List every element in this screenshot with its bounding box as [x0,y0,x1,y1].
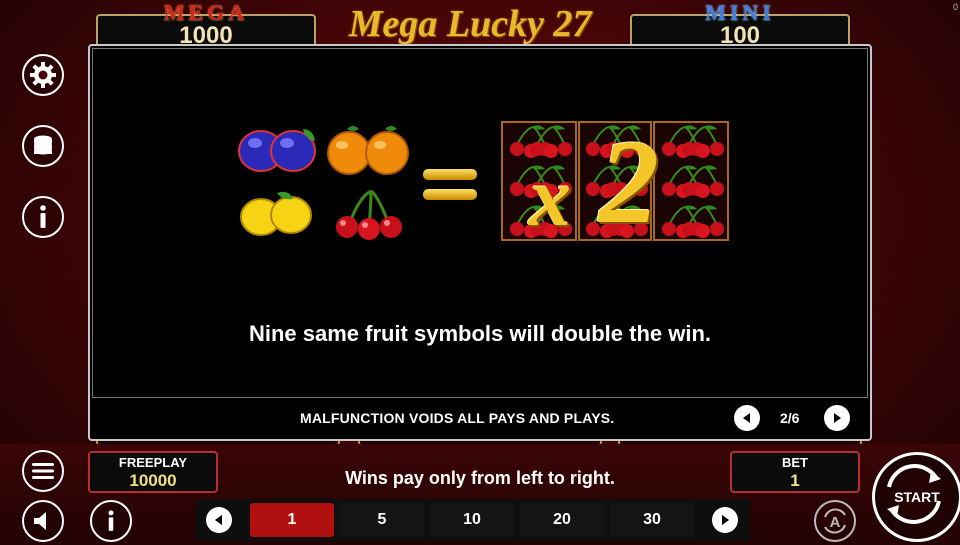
bet-option-1[interactable]: 1 [250,503,334,537]
coins-button[interactable] [22,125,64,167]
start-label: START [894,489,940,505]
bet-value: 1 [790,471,800,490]
page-counter: 2/6 [780,410,800,426]
bet-counter: BET 1 [730,451,860,493]
cherry-icon [336,189,402,240]
paytable-info-button[interactable] [90,500,132,542]
arrow-left-icon [215,515,222,525]
info-button[interactable] [22,196,64,238]
info-icon [108,510,114,531]
arrow-right-icon [722,515,729,525]
speaker-icon [34,512,46,530]
plum-icon [238,129,316,172]
prev-page-button[interactable] [734,405,760,431]
info-content: x 2 Nine same fruit symbols will double … [92,48,868,398]
autoplay-icon: A [824,508,846,534]
lemon-icon [240,191,312,236]
arrow-left-icon [743,413,750,423]
info-panel: x 2 Nine same fruit symbols will double … [88,44,872,441]
bet-next-button[interactable] [712,507,738,533]
info-description: Nine same fruit symbols will double the … [248,321,712,346]
equals-icon [423,169,477,180]
arrow-right-icon [834,413,841,423]
bet-option-5[interactable]: 5 [340,503,424,537]
bet-option-10[interactable]: 10 [430,503,514,537]
settings-button[interactable] [22,54,64,96]
bet-selector: 1 5 10 20 30 [196,499,750,541]
corner-label: 0 [952,2,958,12]
multiplier-value: 2 [599,115,659,248]
malfunction-disclaimer: MALFUNCTION VOIDS ALL PAYS AND PLAYS. [300,410,615,426]
bet-label: BET [782,455,808,470]
info-icon [40,205,46,228]
bet-option-20[interactable]: 20 [520,503,604,537]
gear-icon [30,62,56,88]
orange-icon [327,126,409,175]
autoplay-label: A [830,514,841,531]
next-page-button[interactable] [824,405,850,431]
bet-prev-button[interactable] [206,507,232,533]
start-button[interactable]: START [872,452,960,542]
autoplay-button[interactable]: A [814,500,856,542]
sound-button[interactable] [22,500,64,542]
game-logo: Mega Lucky 27 [348,3,592,45]
coin-stack-icon [34,135,52,155]
bet-option-30[interactable]: 30 [610,503,694,537]
multiplier-x: x [529,151,571,244]
